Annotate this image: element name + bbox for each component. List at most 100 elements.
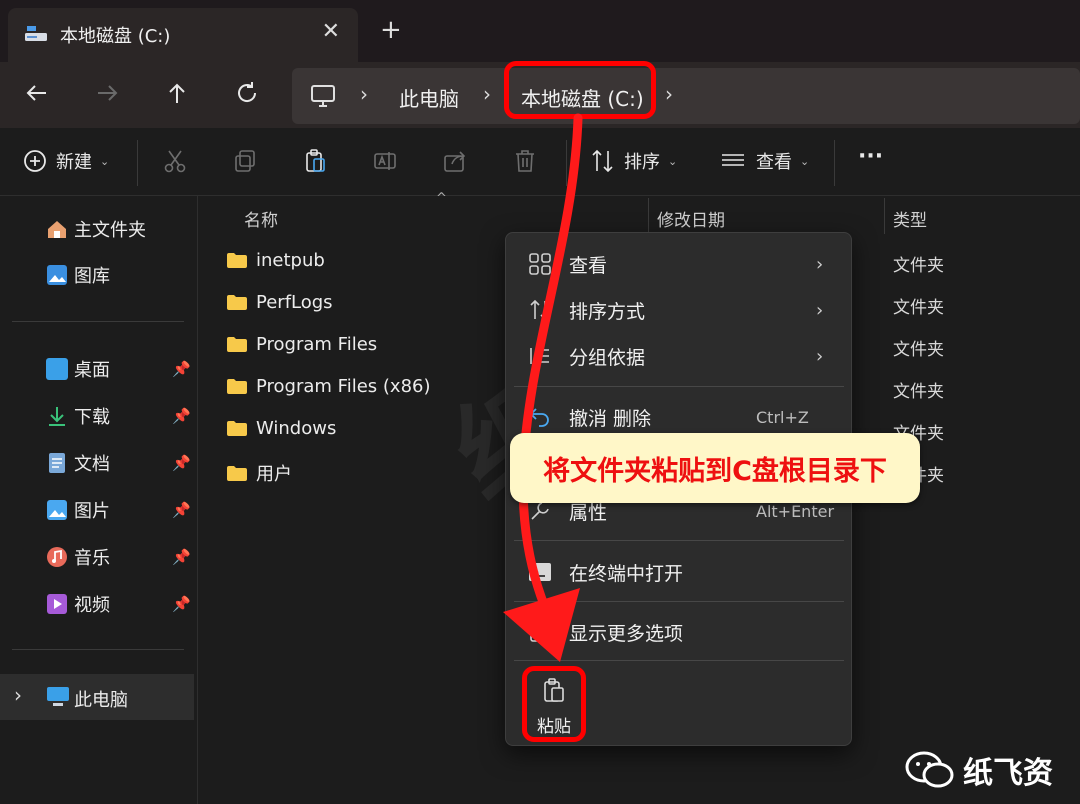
breadcrumb-this-pc[interactable]: 此电脑 <box>399 83 459 112</box>
group-icon <box>528 344 552 368</box>
forward-icon[interactable] <box>92 78 122 108</box>
column-divider[interactable] <box>648 198 649 234</box>
sidebar-divider <box>12 321 184 322</box>
address-highlight-box <box>504 61 656 119</box>
open-external-icon <box>528 620 552 644</box>
chevron-right-icon[interactable]: › <box>14 683 22 707</box>
breadcrumb-separator[interactable]: › <box>665 82 673 106</box>
share-icon[interactable] <box>442 148 468 174</box>
view-button[interactable]: 查看 ⌄ <box>720 148 809 174</box>
plus-circle-icon <box>24 150 46 172</box>
sidebar-item-desktop[interactable]: 桌面 <box>46 354 110 384</box>
sidebar-item-pictures[interactable]: 图片 <box>46 495 110 525</box>
brand-watermark: 纸飞资 <box>905 748 1053 792</box>
file-name: Program Files <box>256 334 378 355</box>
file-name: Windows <box>256 418 337 439</box>
folder-icon <box>227 295 247 310</box>
close-icon[interactable]: ✕ <box>322 19 340 44</box>
file-row[interactable]: 用户 <box>226 460 292 486</box>
menu-divider <box>514 386 844 387</box>
column-header-date[interactable]: 修改日期 <box>657 206 725 231</box>
computer-icon <box>47 687 69 706</box>
toolbar-divider <box>137 140 138 186</box>
command-bar: 新建 ⌄ 排序 ⌄ 查看 ⌄ ··· <box>0 128 1080 196</box>
file-type: 文件夹 <box>893 382 944 402</box>
file-name: PerfLogs <box>256 292 333 313</box>
file-name: inetpub <box>256 250 325 271</box>
tab-local-disk[interactable]: 本地磁盘 (C:) ✕ <box>8 8 358 62</box>
sidebar-divider <box>12 649 184 650</box>
menu-item-view[interactable]: 查看 › <box>506 242 851 286</box>
home-icon <box>48 221 66 238</box>
music-icon <box>47 547 67 567</box>
grid-icon <box>528 252 552 276</box>
folder-icon <box>227 421 247 436</box>
sort-ascending-icon: ^ <box>436 191 447 206</box>
refresh-icon[interactable] <box>232 78 262 108</box>
pin-icon[interactable]: 📌 <box>172 501 191 519</box>
breadcrumb-separator: › <box>360 82 368 106</box>
pin-icon[interactable]: 📌 <box>172 407 191 425</box>
toolbar-divider <box>566 140 567 186</box>
sort-icon <box>592 149 613 173</box>
delete-icon[interactable] <box>512 148 538 174</box>
file-row[interactable]: PerfLogs <box>226 292 333 313</box>
address-bar[interactable]: › 此电脑 › 本地磁盘 (C:) › <box>292 68 1080 124</box>
sidebar-item-downloads[interactable]: 下载 <box>46 401 110 431</box>
menu-item-open-terminal[interactable]: 在终端中打开 <box>506 550 851 594</box>
more-options-icon[interactable]: ··· <box>858 144 883 169</box>
column-header-name[interactable]: 名称 <box>244 206 278 231</box>
copy-icon[interactable] <box>232 148 258 174</box>
paste-icon[interactable] <box>302 148 328 174</box>
sidebar-item-home[interactable]: 主文件夹 <box>46 214 146 244</box>
file-type: 文件夹 <box>893 256 944 276</box>
file-name: Program Files (x86) <box>256 376 431 397</box>
menu-item-group[interactable]: 分组依据 › <box>506 334 851 378</box>
list-view-icon <box>722 154 744 166</box>
folder-icon <box>227 465 247 481</box>
file-type: 文件夹 <box>893 340 944 360</box>
column-header-type[interactable]: 类型 <box>893 206 927 231</box>
download-icon <box>49 407 65 426</box>
back-icon[interactable] <box>22 78 52 108</box>
sidebar-item-documents[interactable]: 文档 <box>46 448 110 478</box>
column-divider[interactable] <box>884 198 885 234</box>
menu-divider <box>514 660 844 661</box>
file-row[interactable]: Windows <box>226 418 336 439</box>
file-row[interactable]: Program Files <box>226 334 377 355</box>
new-button[interactable]: 新建 ⌄ <box>22 148 109 174</box>
file-type: 文件夹 <box>893 298 944 318</box>
toolbar-divider <box>834 140 835 186</box>
cut-icon[interactable] <box>162 148 188 174</box>
pin-icon[interactable]: 📌 <box>172 454 191 472</box>
menu-item-show-more[interactable]: 显示更多选项 <box>506 610 851 654</box>
file-row[interactable]: Program Files (x86) <box>226 376 431 397</box>
pin-icon[interactable]: 📌 <box>172 595 191 613</box>
breadcrumb-separator: › <box>483 82 491 106</box>
pin-icon[interactable]: 📌 <box>172 360 191 378</box>
computer-icon <box>311 85 335 107</box>
document-icon <box>49 453 65 473</box>
file-name: 用户 <box>256 464 292 485</box>
tab-title: 本地磁盘 (C:) <box>60 26 171 47</box>
menu-item-sort[interactable]: 排序方式 › <box>506 288 851 332</box>
sidebar-item-this-pc[interactable]: › 此电脑 <box>0 674 194 720</box>
sidebar-item-gallery[interactable]: 图库 <box>46 260 110 290</box>
sort-icon <box>528 298 552 322</box>
pin-icon[interactable]: 📌 <box>172 548 191 566</box>
folder-icon <box>227 337 247 352</box>
sort-button[interactable]: 排序 ⌄ <box>590 148 677 174</box>
rename-icon[interactable] <box>372 148 398 174</box>
new-tab-button[interactable]: + <box>380 15 402 45</box>
title-bar: 本地磁盘 (C:) ✕ + <box>0 0 1080 62</box>
sidebar-item-videos[interactable]: 视频 <box>46 589 110 619</box>
chevron-right-icon: › <box>816 345 824 367</box>
sidebar-item-music[interactable]: 音乐 <box>46 542 110 572</box>
up-icon[interactable] <box>162 78 192 108</box>
folder-icon <box>227 379 247 394</box>
file-row[interactable]: inetpub <box>226 250 325 271</box>
terminal-icon <box>528 560 552 584</box>
chevron-right-icon: › <box>816 299 824 321</box>
wechat-icon <box>905 751 954 788</box>
annotation-callout: 将文件夹粘贴到C盘根目录下 <box>510 433 920 503</box>
